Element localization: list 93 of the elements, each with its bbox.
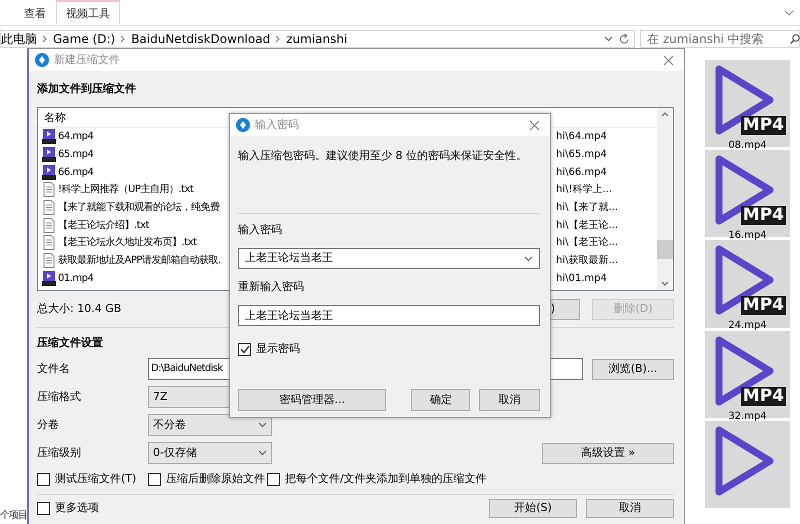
checkbox[interactable] bbox=[37, 502, 50, 515]
scroll-down-icon[interactable] bbox=[661, 281, 669, 286]
file-name[interactable]: !科学上网推荐（UP主自用）.txt bbox=[58, 182, 194, 198]
field-label: 分卷 bbox=[37, 418, 59, 431]
video-thumbnail[interactable]: MP4 24.mp4 bbox=[705, 240, 790, 328]
dropdown-field[interactable]: 不分卷 bbox=[148, 414, 272, 436]
text-file-icon bbox=[42, 182, 56, 198]
file-path[interactable]: hi\!科学上... bbox=[556, 182, 612, 198]
file-path[interactable]: hi\【老王论... bbox=[556, 235, 618, 250]
breadcrumb-item[interactable]: Game (D:) bbox=[53, 30, 116, 48]
password-combobox[interactable]: 上老王论坛当老王 bbox=[238, 248, 540, 269]
video-thumbnail[interactable] bbox=[705, 420, 790, 508]
video-thumbnail[interactable]: MP4 16.mp4 bbox=[705, 150, 790, 238]
dropdown-field[interactable]: 0-仅存储 bbox=[148, 442, 272, 464]
window-title: 输入密码 bbox=[255, 116, 299, 133]
option-label[interactable]: 测试压缩文件(T) bbox=[55, 470, 136, 488]
video-file-icon bbox=[42, 129, 56, 144]
file-path[interactable]: hi\66.mp4 bbox=[556, 164, 607, 180]
field-label: 压缩级别 bbox=[37, 446, 81, 459]
dialog-button[interactable]: 取消 bbox=[586, 499, 674, 518]
search-field[interactable]: 在 zumianshi 中搜索 bbox=[640, 30, 800, 48]
checkbox[interactable] bbox=[238, 342, 251, 356]
option-label[interactable]: 更多选项 bbox=[55, 500, 99, 517]
scroll-thumb[interactable] bbox=[657, 240, 673, 258]
text-file-icon bbox=[42, 200, 56, 216]
app-icon bbox=[35, 53, 49, 67]
breadcrumb-item[interactable]: 此电脑 bbox=[1, 30, 37, 48]
refresh-icon[interactable] bbox=[619, 33, 630, 45]
window-title: 新建压缩文件 bbox=[54, 52, 120, 68]
breadcrumb-item[interactable]: zumianshi bbox=[286, 30, 348, 48]
column-header[interactable]: 名称 bbox=[44, 111, 66, 124]
file-type-label: MP4 bbox=[740, 116, 786, 135]
dialog-button[interactable]: 开始(S) bbox=[489, 499, 577, 518]
breadcrumb-item[interactable]: BaiduNetdiskDownload bbox=[131, 30, 270, 48]
dialog-button[interactable]: 取消 bbox=[479, 389, 540, 411]
checkbox[interactable] bbox=[37, 472, 50, 486]
video-file-icon bbox=[42, 147, 56, 162]
field-label: 重新输入密码 bbox=[238, 280, 304, 293]
chevron-icon bbox=[120, 35, 126, 43]
file-name[interactable]: 【来了就能下载和观看的论坛，纯免费 bbox=[58, 200, 220, 216]
ribbon-tab[interactable]: 查看 bbox=[14, 0, 56, 25]
file-name[interactable]: 64.mp4 bbox=[58, 129, 94, 144]
option-label[interactable]: 把每个文件/文件夹添加到单独的压缩文件 bbox=[285, 470, 487, 488]
section-heading: 添加文件到压缩文件 bbox=[37, 82, 136, 95]
dialog-button[interactable]: 密码管理器... bbox=[238, 389, 386, 411]
total-size-text: 总大小: 10.4 GB bbox=[37, 300, 122, 317]
file-path[interactable]: hi\65.mp4 bbox=[556, 147, 607, 162]
scroll-up-icon[interactable] bbox=[661, 112, 669, 117]
settings-button[interactable]: 高级设置 » bbox=[542, 442, 674, 464]
caret-icon bbox=[258, 450, 267, 456]
caret-icon bbox=[258, 422, 267, 428]
app-icon bbox=[236, 118, 250, 132]
video-file-icon bbox=[42, 164, 56, 180]
file-name[interactable]: 【老王论坛介绍】.txt bbox=[58, 218, 149, 233]
status-text: 个项目 bbox=[0, 510, 27, 521]
text-file-icon bbox=[42, 218, 56, 233]
field-label: 压缩格式 bbox=[37, 390, 81, 403]
ribbon-tab[interactable]: 视频工具 bbox=[56, 0, 120, 25]
checkbox[interactable] bbox=[148, 472, 161, 486]
file-name[interactable]: 65.mp4 bbox=[58, 147, 94, 162]
caret-icon bbox=[524, 256, 533, 262]
description-text: 输入压缩包密码。建议使用至少 8 位的密码来保证安全性。 bbox=[238, 149, 527, 162]
field-label: 文件名 bbox=[37, 362, 70, 375]
chevron-icon bbox=[275, 35, 282, 43]
scrollbar[interactable] bbox=[657, 108, 673, 290]
text-file-icon bbox=[42, 253, 56, 268]
checkbox-label[interactable]: 显示密码 bbox=[256, 340, 300, 358]
file-name[interactable]: 【老王论坛永久地址发布页】.txt bbox=[58, 235, 196, 250]
section-heading: 压缩文件设置 bbox=[37, 336, 103, 349]
field-label: 输入密码 bbox=[238, 223, 282, 236]
file-name[interactable]: 01.mp4 bbox=[58, 270, 94, 286]
file-path[interactable]: hi\获取最新... bbox=[556, 253, 618, 268]
checkbox[interactable] bbox=[267, 472, 280, 486]
video-file-icon bbox=[42, 270, 56, 286]
expand-ribbon-icon[interactable] bbox=[784, 10, 794, 17]
search-icon[interactable] bbox=[790, 34, 800, 45]
text-file-icon bbox=[42, 235, 56, 250]
chevron-icon bbox=[42, 35, 48, 43]
file-path[interactable]: hi\【来了就... bbox=[556, 200, 618, 216]
dialog-button[interactable]: 确定 bbox=[411, 389, 470, 411]
file-name[interactable]: 66.mp4 bbox=[58, 164, 94, 180]
video-thumbnail[interactable]: MP4 08.mp4 bbox=[705, 60, 790, 148]
file-type-label: MP4 bbox=[740, 206, 786, 226]
file-type-label: MP4 bbox=[740, 296, 786, 316]
option-label[interactable]: 压缩后删除原始文件 bbox=[166, 470, 265, 488]
file-path[interactable]: hi\01.mp4 bbox=[556, 270, 607, 286]
file-name[interactable]: 获取最新地址及APP请发邮箱自动获取. bbox=[58, 253, 221, 268]
file-path[interactable]: hi\64.mp4 bbox=[556, 129, 607, 144]
file-type-label: MP4 bbox=[740, 386, 786, 406]
settings-button[interactable]: 浏览(B)... bbox=[592, 358, 674, 380]
password-field[interactable]: 上老王论坛当老王 bbox=[238, 305, 540, 326]
dropdown-icon[interactable] bbox=[604, 36, 613, 42]
file-path[interactable]: hi\【老王论... bbox=[556, 218, 618, 233]
